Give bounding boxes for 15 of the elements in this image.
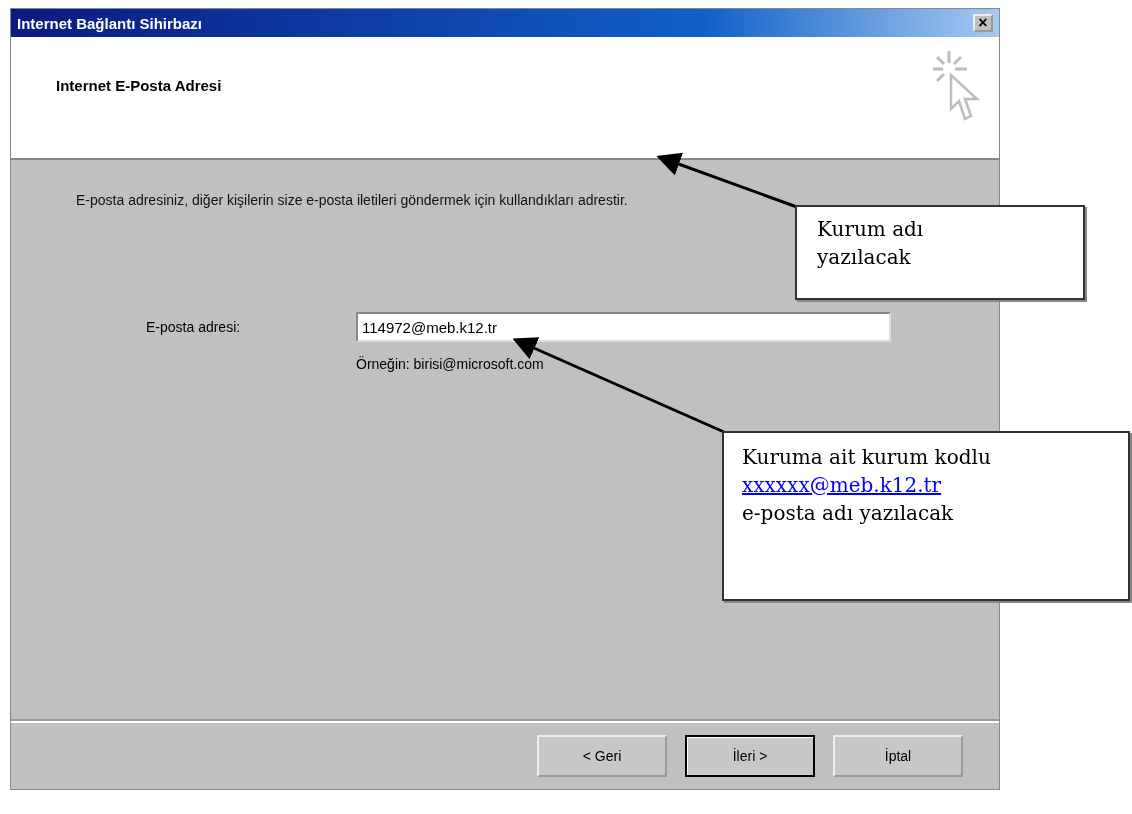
email-input-field[interactable]: 114972@meb.k12.tr [356,312,891,342]
example-text: Örneğin: birisi@microsoft.com [356,356,545,372]
wizard-button[interactable]: İleri > [685,735,815,777]
field-label: E-posta adresi: [146,319,242,335]
callout-text: Kurum adı [817,216,924,243]
callout-text: Kuruma ait kurum kodlu [742,444,991,471]
wizard-button[interactable]: İptal [833,735,963,777]
description-text: E-posta adresiniz, diğer kişilerin size e-posta iletileri göndermek için kullandıkları adrestir. [76,192,629,208]
window-title: Internet Bağlantı Sihirbazı [17,14,203,32]
page-heading: Internet E-Posta Adresi [56,77,222,94]
callout-text: yazılacak [817,244,911,271]
close-button[interactable]: × [973,14,993,32]
callout-text: e-posta adı yazılacak [742,500,954,527]
wizard-button[interactable]: < Geri [537,735,667,777]
email-link[interactable]: xxxxxx@meb.k12.tr [742,471,942,499]
